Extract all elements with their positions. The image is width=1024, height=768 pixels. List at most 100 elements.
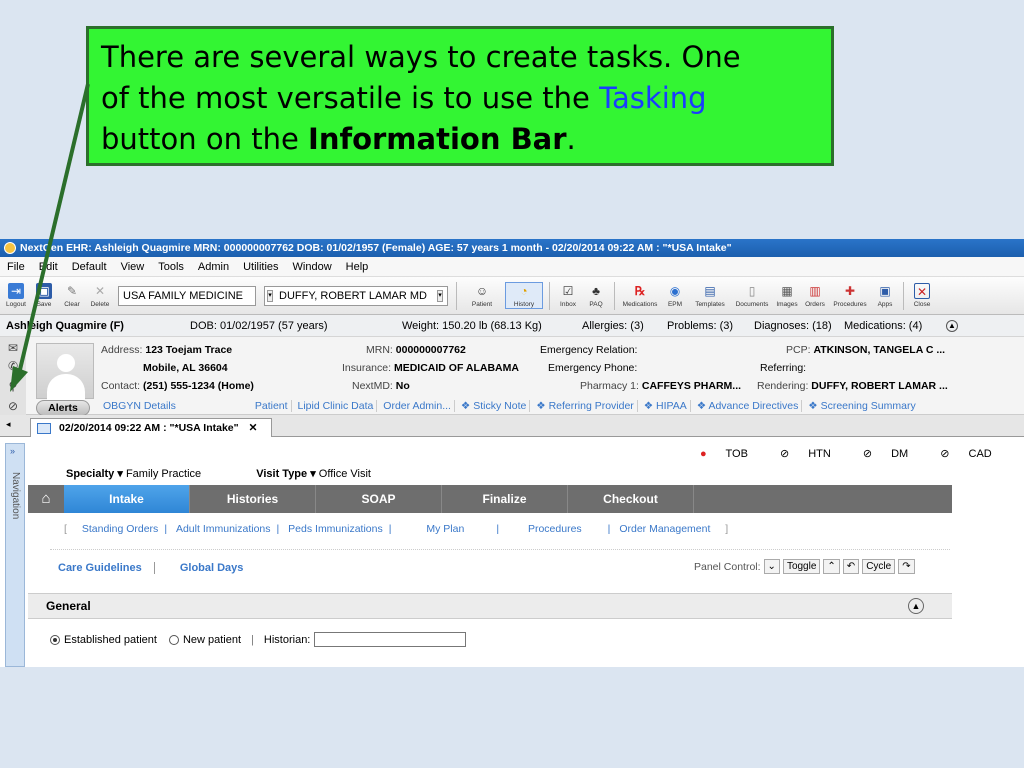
new-patient-radio[interactable]: [168, 634, 179, 645]
link-patient[interactable]: Patient: [251, 400, 292, 412]
apps-button[interactable]: ▣ Apps: [873, 283, 897, 308]
link-lipid-clinic[interactable]: Lipid Clinic Data: [294, 400, 378, 412]
diagnoses-count[interactable]: Diagnoses: (18): [754, 320, 832, 332]
toggle-button[interactable]: Toggle: [782, 559, 821, 574]
navigation-panel[interactable]: » Navigation: [5, 443, 25, 667]
orders-button[interactable]: ▥ Orders: [803, 283, 827, 308]
patient-button[interactable]: ☺ Patient: [463, 283, 501, 308]
templates-button[interactable]: ▤ Templates: [691, 283, 729, 308]
expand-nav-icon[interactable]: »: [10, 446, 15, 456]
menu-file[interactable]: File: [0, 261, 32, 273]
logout-button[interactable]: ⇥ Logout: [4, 283, 28, 308]
link-hipaa[interactable]: ❖ HIPAA: [640, 400, 691, 412]
historian-input[interactable]: [314, 632, 467, 647]
practice-select[interactable]: USA FAMILY MEDICINE: [118, 285, 256, 306]
subtab-my-plan[interactable]: My Plan: [420, 523, 470, 535]
cycle-button[interactable]: Cycle: [862, 559, 896, 574]
care-links: Care Guidelines Global Days: [58, 562, 243, 574]
clear-button[interactable]: ✎ Clear: [60, 283, 84, 308]
tab-checkout[interactable]: Checkout: [568, 485, 694, 513]
subtab-order-management[interactable]: Order Management: [613, 523, 716, 535]
history-button[interactable]: ◔ History: [505, 282, 543, 309]
close-button[interactable]: ✕ Close: [910, 283, 934, 308]
medications-count[interactable]: Medications: (4): [844, 320, 922, 332]
link-order-admin[interactable]: Order Admin...: [380, 400, 455, 412]
pharmacy[interactable]: Pharmacy 1: CAFFEYS PHARM...: [580, 380, 741, 392]
insurance[interactable]: Insurance: MEDICAID OF ALABAMA: [342, 362, 519, 374]
menu-window[interactable]: Window: [286, 261, 339, 273]
alerts-button[interactable]: Alerts: [36, 400, 90, 416]
provider-select[interactable]: ▾ DUFFY, ROBERT LAMAR MD ▾: [264, 285, 448, 306]
address-line-2: Mobile, AL 36604: [143, 362, 228, 374]
link-sticky-note[interactable]: ❖ Sticky Note: [457, 400, 531, 412]
callout-line-1: There are several ways to create tasks. …: [101, 40, 741, 74]
link-screening-summary[interactable]: ❖ Screening Summary: [805, 400, 918, 412]
link-obgyn-details[interactable]: OBGYN Details: [100, 400, 179, 412]
chevron-up-icon[interactable]: ⌃: [823, 559, 840, 574]
flag-dm[interactable]: ⊘ DM: [863, 447, 924, 460]
collapse-icon[interactable]: ▲: [908, 598, 924, 614]
link-advance-directives[interactable]: ❖ Advance Directives: [693, 400, 803, 412]
tasking-icon[interactable]: ⚲: [6, 379, 20, 393]
rendering-provider[interactable]: Rendering: DUFFY, ROBERT LAMAR ...: [757, 380, 948, 392]
epm-button[interactable]: ◉ EPM: [663, 283, 687, 308]
patient-photo[interactable]: [36, 343, 94, 400]
flag-tob[interactable]: ● TOB: [700, 448, 764, 460]
compass-icon[interactable]: ⊘: [6, 399, 20, 413]
menu-edit[interactable]: Edit: [32, 261, 65, 273]
global-days-link[interactable]: Global Days: [180, 562, 244, 574]
tab-histories[interactable]: Histories: [190, 485, 316, 513]
patient-name[interactable]: Ashleigh Quagmire (F): [6, 320, 124, 332]
paq-button[interactable]: ♣ PAQ: [584, 283, 608, 308]
mail-icon[interactable]: ✉: [6, 341, 20, 355]
delete-button[interactable]: ✕ Delete: [88, 283, 112, 308]
menu-default[interactable]: Default: [65, 261, 114, 273]
subtab-procedures[interactable]: Procedures: [522, 523, 588, 535]
pcp[interactable]: PCP: ATKINSON, TANGELA C ...: [786, 344, 945, 356]
link-referring-provider[interactable]: ❖ Referring Provider: [533, 400, 638, 412]
tab-finalize[interactable]: Finalize: [442, 485, 568, 513]
referring-provider[interactable]: Referring:: [760, 362, 806, 374]
menu-help[interactable]: Help: [339, 261, 376, 273]
menu-tools[interactable]: Tools: [151, 261, 191, 273]
specialty-label[interactable]: Specialty ▾: [66, 468, 123, 480]
subtab-adult-immunizations[interactable]: Adult Immunizations: [170, 523, 277, 535]
encounter-content: » Navigation ● TOB ⊘ HTN ⊘ DM ⊘ CAD ⚙ Sp…: [0, 437, 1024, 667]
documents-button[interactable]: ▯ Documents: [733, 283, 771, 308]
emergency-relation: Emergency Relation:: [540, 344, 638, 356]
logout-icon: ⇥: [8, 283, 24, 299]
menu-utilities[interactable]: Utilities: [236, 261, 285, 273]
procedures-button[interactable]: ✚ Procedures: [831, 283, 869, 308]
home-icon[interactable]: ⌂: [28, 485, 64, 513]
subtab-standing-orders[interactable]: Standing Orders: [76, 523, 164, 535]
redo-icon[interactable]: ↷: [898, 559, 915, 574]
tab-intake[interactable]: Intake: [64, 485, 190, 513]
save-button[interactable]: ▣ Save: [32, 283, 56, 308]
medications-button[interactable]: ℞ Medications: [621, 283, 659, 308]
expand-icon[interactable]: ▲: [946, 319, 958, 332]
inbox-button[interactable]: ☑ Inbox: [556, 283, 580, 308]
allergies-count[interactable]: Allergies: (3): [582, 320, 644, 332]
flag-cad[interactable]: ⊘ CAD: [940, 447, 1008, 460]
general-section-header[interactable]: General ▲: [28, 593, 952, 619]
information-bar: ✉ ✆ ⚲ ⊘ Address: 123 Toejam Trace Mobile…: [0, 337, 1024, 416]
callout-line-2: of the most versatile is to use the Task…: [101, 81, 707, 115]
chevron-down-icon: ▾: [436, 289, 443, 302]
subtab-peds-immunizations[interactable]: Peds Immunizations: [282, 523, 389, 535]
encounter-tab[interactable]: 02/20/2014 09:22 AM : "*USA Intake" ✕: [30, 418, 272, 437]
problems-count[interactable]: Problems: (3): [667, 320, 733, 332]
undo-icon[interactable]: ↶: [842, 559, 860, 574]
menu-admin[interactable]: Admin: [191, 261, 236, 273]
phone-icon[interactable]: ✆: [6, 359, 20, 373]
close-tab-icon[interactable]: ✕: [249, 422, 258, 434]
images-button[interactable]: ▦ Images: [775, 283, 799, 308]
care-guidelines-link[interactable]: Care Guidelines: [58, 562, 155, 574]
chevron-down-icon[interactable]: ⌄: [763, 559, 780, 574]
established-patient-radio[interactable]: [50, 634, 60, 645]
app-icon: [4, 242, 16, 254]
scroll-left-icon[interactable]: ◂: [6, 419, 11, 430]
flag-htn[interactable]: ⊘ HTN: [780, 447, 847, 460]
menu-view[interactable]: View: [114, 261, 152, 273]
visit-type-label[interactable]: Visit Type ▾: [256, 468, 316, 480]
tab-soap[interactable]: SOAP: [316, 485, 442, 513]
